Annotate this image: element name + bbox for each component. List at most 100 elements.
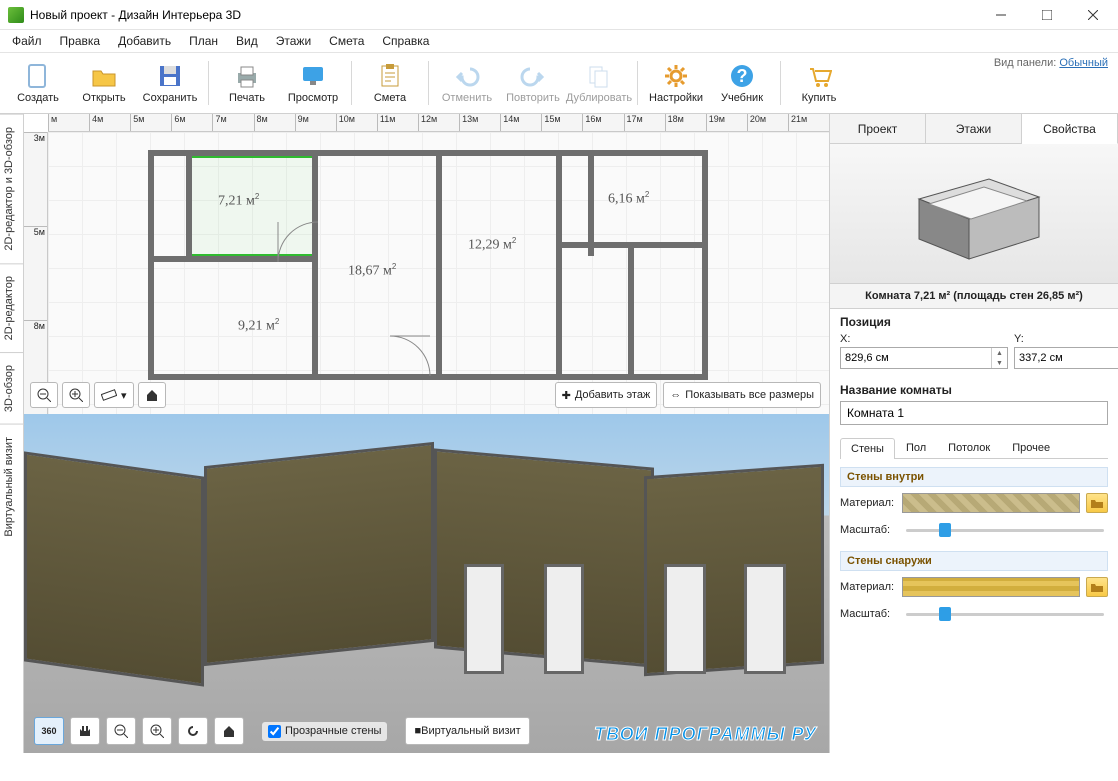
open-button[interactable]: Открыть	[72, 55, 136, 111]
properties-subtabs: СтеныПолПотолокПрочее	[840, 437, 1108, 459]
scale-slider-outside[interactable]	[902, 605, 1108, 623]
gear-icon	[662, 62, 690, 90]
reset-view-button[interactable]	[178, 717, 208, 745]
material-swatch-outside[interactable]	[902, 577, 1080, 597]
toolbar-separator	[351, 61, 352, 105]
right-tab[interactable]: Проект	[830, 114, 926, 143]
print-button[interactable]: Печать	[215, 55, 279, 111]
measure-tool-button[interactable]: ▾	[94, 382, 134, 408]
virtual-visit-button[interactable]: ■ Виртуальный визит	[405, 717, 529, 745]
menu-item[interactable]: Файл	[4, 32, 50, 52]
show-dimensions-button[interactable]: ⇔ Показывать все размеры	[663, 382, 821, 408]
menu-item[interactable]: План	[181, 32, 226, 52]
add-floor-button[interactable]: ✚ Добавить этаж	[555, 382, 658, 408]
home-3d-button[interactable]	[214, 717, 244, 745]
room-name-input[interactable]	[840, 401, 1108, 425]
position-spinner[interactable]: ▲▼	[1014, 347, 1118, 369]
transparent-walls-checkbox[interactable]: Прозрачные стены	[262, 722, 387, 741]
redo-icon	[519, 62, 547, 90]
plan-commands: ✚ Добавить этаж ⇔ Показывать все размеры	[555, 382, 821, 408]
wall[interactable]	[556, 156, 562, 374]
transparent-walls-label: Прозрачные стены	[285, 725, 381, 737]
menu-item[interactable]: Добавить	[110, 32, 179, 52]
zoom-in-3d-button[interactable]	[142, 717, 172, 745]
preview-button[interactable]: Просмотр	[281, 55, 345, 111]
orbit-360-button[interactable]: 360	[34, 717, 64, 745]
right-tab[interactable]: Свойства	[1022, 114, 1118, 144]
browse-material-button[interactable]	[1086, 493, 1108, 513]
panel-mode-link[interactable]: Обычный	[1059, 57, 1108, 69]
menu-item[interactable]: Правка	[52, 32, 109, 52]
room-name-section-title: Название комнаты	[830, 377, 1118, 399]
zoom-out-button[interactable]	[30, 382, 58, 408]
wall-3d	[24, 451, 204, 686]
app-icon	[8, 7, 24, 23]
menu-item[interactable]: Справка	[374, 32, 437, 52]
settings-button[interactable]: Настройки	[644, 55, 708, 111]
wall[interactable]	[436, 156, 442, 374]
floorplan-view[interactable]: м4м5м6м7м8м9м10м11м12м13м14м15м16м17м18м…	[24, 114, 829, 414]
tutorial-button[interactable]: ?Учебник	[710, 55, 774, 111]
save-button[interactable]: Сохранить	[138, 55, 202, 111]
dimensions-icon: ⇔	[670, 389, 681, 401]
zoom-out-3d-button[interactable]	[106, 717, 136, 745]
menu-bar: ФайлПравкаДобавитьПланВидЭтажиСметаСправ…	[0, 30, 1118, 52]
view-3d-toolbar: 360 Прозрачные стены ■ Виртуальный визит	[34, 717, 530, 745]
view-3d[interactable]: 360 Прозрачные стены ■ Виртуальный визит…	[24, 414, 829, 753]
buy-button[interactable]: Купить	[787, 55, 851, 111]
browse-material-button[interactable]	[1086, 577, 1108, 597]
window-minimize-button[interactable]	[978, 0, 1024, 30]
window-close-button[interactable]	[1070, 0, 1116, 30]
transparent-walls-input[interactable]	[268, 725, 281, 738]
door-arc-icon	[276, 220, 320, 264]
subtab[interactable]: Стены	[840, 438, 895, 459]
menu-item[interactable]: Вид	[228, 32, 266, 52]
menu-item[interactable]: Смета	[321, 32, 372, 52]
left-tab[interactable]: 2D-редактор	[0, 263, 23, 352]
position-spinner[interactable]: ▲▼	[840, 347, 1008, 369]
toolbar-separator	[637, 61, 638, 105]
subtab[interactable]: Пол	[895, 437, 937, 458]
subtab[interactable]: Прочее	[1001, 437, 1061, 458]
subtab[interactable]: Потолок	[937, 437, 1001, 458]
undo-button: Отменить	[435, 55, 499, 111]
window-title: Новый проект - Дизайн Интерьера 3D	[30, 8, 978, 22]
redo-button: Повторить	[501, 55, 565, 111]
floorplan-canvas[interactable]: 7,21 м218,67 м212,29 м26,16 м29,21 м2	[48, 132, 829, 414]
door-3d	[664, 564, 706, 674]
left-tab[interactable]: 3D-обзор	[0, 352, 23, 424]
copy-icon	[585, 62, 613, 90]
position-input[interactable]	[1015, 348, 1118, 368]
room-area-label: 9,21 м2	[238, 317, 279, 335]
add-floor-icon: ✚	[562, 389, 571, 402]
pan-button[interactable]	[70, 717, 100, 745]
right-tab[interactable]: Этажи	[926, 114, 1022, 143]
panel-mode-label: Вид панели: Обычный	[994, 57, 1108, 69]
spin-down[interactable]: ▼	[992, 358, 1007, 368]
scale-slider-inside[interactable]	[902, 521, 1108, 539]
spin-up[interactable]: ▲	[992, 348, 1007, 358]
estimate-button[interactable]: Смета	[358, 55, 422, 111]
position-section-title: Позиция	[830, 309, 1118, 331]
wall[interactable]	[588, 156, 594, 256]
home-view-button[interactable]	[138, 382, 166, 408]
zoom-in-button[interactable]	[62, 382, 90, 408]
door-3d	[544, 564, 584, 674]
left-tab[interactable]: 2D-редактор и 3D-обзор	[0, 114, 23, 263]
wall[interactable]	[312, 156, 318, 374]
material-swatch-inside[interactable]	[902, 493, 1080, 513]
room-preview	[830, 144, 1118, 284]
show-dimensions-label: Показывать все размеры	[685, 389, 814, 401]
create-button[interactable]: Создать	[6, 55, 70, 111]
properties-panel: ПроектЭтажиСвойства Комната 7,21 м² (пло…	[830, 114, 1118, 753]
toolbar-label: Открыть	[82, 92, 125, 104]
walls-inside-title: Стены внутри	[840, 467, 1108, 487]
menu-item[interactable]: Этажи	[268, 32, 319, 52]
wall[interactable]	[186, 156, 192, 256]
window-maximize-button[interactable]	[1024, 0, 1070, 30]
wall[interactable]	[628, 242, 634, 374]
svg-text:?: ?	[737, 66, 748, 86]
room-area-label: 7,21 м2	[218, 192, 259, 210]
position-input[interactable]	[841, 348, 991, 368]
left-tab[interactable]: Виртуальный визит	[0, 424, 23, 549]
